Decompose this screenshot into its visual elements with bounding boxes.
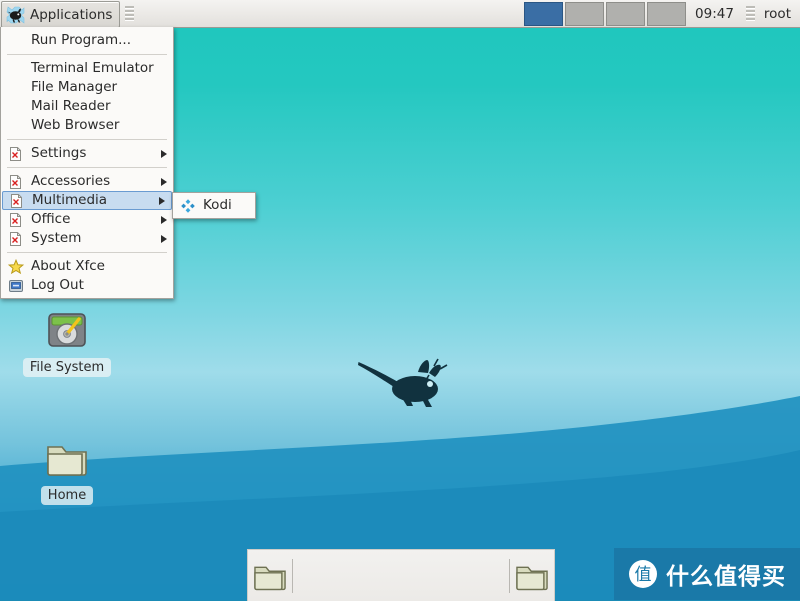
broken-image-icon — [10, 146, 21, 161]
menu-separator — [7, 139, 167, 140]
chevron-right-icon — [161, 234, 167, 243]
menu-separator — [7, 252, 167, 253]
broken-image-icon — [10, 212, 21, 227]
dock-item-folder-right[interactable] — [510, 554, 554, 598]
chevron-right-icon — [161, 177, 167, 186]
chevron-right-icon — [161, 149, 167, 158]
menu-separator — [7, 167, 167, 168]
dock-separator — [292, 558, 293, 593]
kodi-icon — [181, 198, 195, 213]
top-panel: Applications 09:47 root — [0, 0, 800, 28]
applications-menu-label: Applications — [30, 6, 113, 23]
menu-item-log-out[interactable]: Log Out — [1, 276, 173, 295]
dock-item-folder-left[interactable] — [248, 554, 292, 598]
folder-icon — [254, 566, 286, 590]
user-label: root — [763, 5, 791, 22]
menu-item-settings[interactable]: Settings — [1, 144, 173, 163]
submenu-item-kodi[interactable]: Kodi — [173, 196, 255, 215]
menu-item-file-manager[interactable]: File Manager — [1, 78, 173, 97]
workspace-button-1[interactable] — [524, 1, 564, 26]
applications-menu[interactable]: Run Program... Terminal Emulator File Ma… — [0, 27, 174, 299]
desktop-icon-label: File System — [22, 358, 112, 377]
chevron-right-icon — [161, 215, 167, 224]
smzdm-badge-icon: 值 — [629, 560, 657, 588]
desktop-icon-label: Home — [40, 486, 94, 505]
desktop-icon-home[interactable]: Home — [19, 434, 115, 505]
clock-label: 09:47 — [695, 5, 734, 22]
watermark: 值 什么值得买 — [614, 548, 800, 600]
workspace-button-2[interactable] — [565, 1, 605, 26]
broken-image-icon — [10, 231, 21, 246]
watermark-text: 什么值得买 — [666, 564, 786, 590]
multimedia-submenu[interactable]: Kodi — [172, 192, 256, 219]
menu-item-web-browser[interactable]: Web Browser — [1, 116, 173, 135]
broken-image-icon — [11, 193, 22, 208]
menu-item-about-xfce[interactable]: About Xfce — [1, 257, 173, 276]
bottom-dock-panel — [247, 549, 555, 601]
star-icon — [8, 258, 24, 274]
menu-item-mail-reader[interactable]: Mail Reader — [1, 97, 173, 116]
folder-icon — [516, 566, 548, 590]
workspace-button-3[interactable] — [606, 1, 646, 26]
panel-grip-right[interactable] — [741, 6, 760, 21]
desktop-icon-file-system[interactable]: File System — [19, 306, 115, 377]
menu-item-run-program[interactable]: Run Program... — [1, 31, 173, 50]
clock[interactable]: 09:47 — [688, 0, 741, 27]
panel-grip-left[interactable] — [120, 6, 139, 21]
user-indicator[interactable]: root — [760, 0, 800, 27]
menu-separator — [7, 54, 167, 55]
xfce-mouse-icon — [358, 358, 448, 407]
menu-item-office[interactable]: Office — [1, 210, 173, 229]
workspace-button-4[interactable] — [647, 1, 687, 26]
applications-menu-button[interactable]: Applications — [1, 1, 121, 28]
harddisk-icon — [48, 313, 86, 347]
menu-item-multimedia[interactable]: Multimedia — [2, 191, 172, 210]
menu-item-terminal-emulator[interactable]: Terminal Emulator — [1, 59, 173, 78]
chevron-right-icon — [159, 196, 165, 205]
logout-screen-icon — [9, 279, 23, 292]
menu-item-accessories[interactable]: Accessories — [1, 172, 173, 191]
folder-icon — [47, 446, 87, 476]
broken-image-icon — [10, 174, 21, 189]
menu-item-system[interactable]: System — [1, 229, 173, 248]
badge-glyph: 值 — [635, 565, 652, 585]
xfce-mouse-icon — [6, 5, 25, 24]
panel-spacer — [139, 0, 522, 27]
workspace-switcher[interactable] — [522, 0, 688, 27]
